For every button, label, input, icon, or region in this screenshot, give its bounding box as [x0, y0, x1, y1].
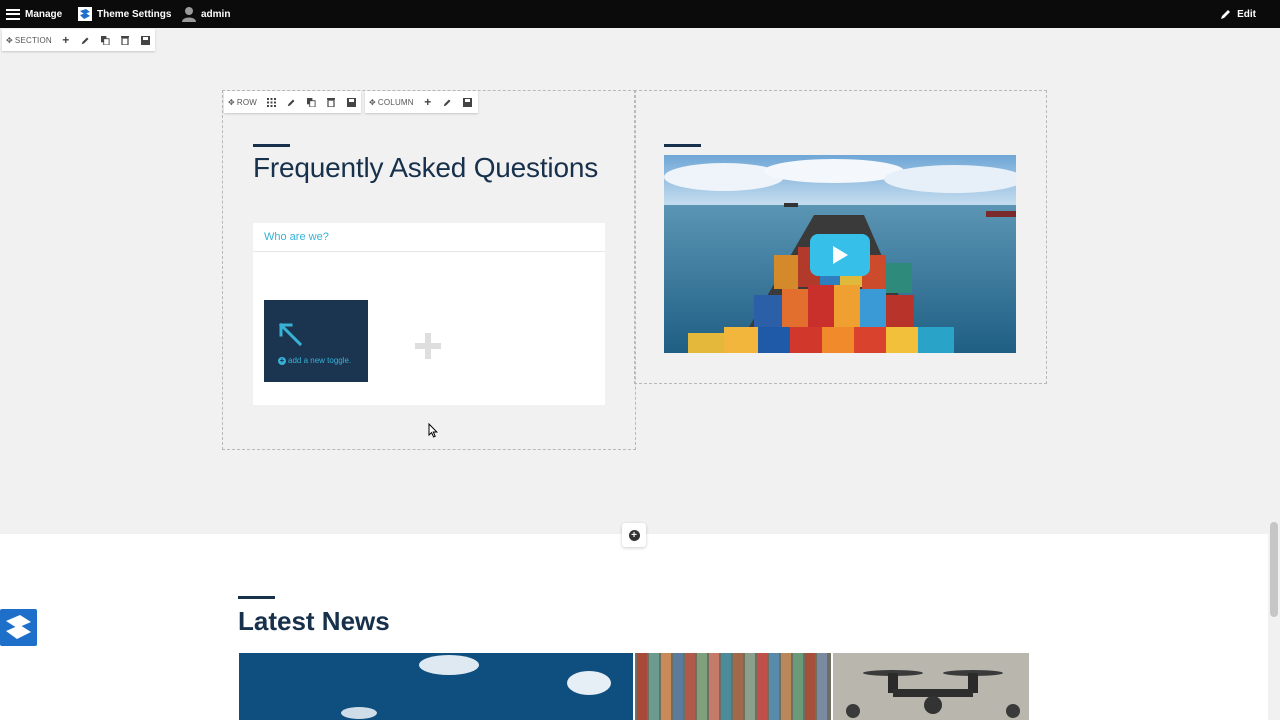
save-icon: [463, 97, 473, 107]
theme-logo-icon: [78, 7, 92, 21]
row-delete-button[interactable]: [321, 91, 341, 113]
section-add-button[interactable]: +: [56, 29, 76, 51]
video-accent: [664, 144, 701, 147]
section-duplicate-button[interactable]: [96, 29, 116, 51]
column-label: COLUMN: [377, 97, 414, 107]
section-edit-button[interactable]: [76, 29, 96, 51]
video-thumbnail[interactable]: [664, 155, 1016, 353]
grid-icon: [266, 97, 276, 107]
pencil-icon: [81, 37, 89, 44]
faq-question-label: Who are we?: [264, 231, 329, 243]
section-label: SECTION: [14, 35, 52, 45]
copy-icon: [100, 35, 110, 45]
cursor-icon: [428, 423, 438, 438]
hamburger-icon: [6, 8, 20, 20]
row-duplicate-button[interactable]: [301, 91, 321, 113]
edit-label: Edit: [1237, 8, 1256, 20]
admin-bar: Manage Theme Settings admin Edit: [0, 0, 1280, 28]
manage-menu-button[interactable]: Manage: [6, 0, 62, 28]
faq-toggle-card: Who are we? + add a new toggle.: [253, 223, 605, 405]
news-image-3[interactable]: [833, 653, 1029, 720]
pencil-icon: [444, 99, 451, 106]
pencil-icon: [1221, 10, 1231, 19]
play-button[interactable]: [810, 234, 870, 276]
add-section-icon: +: [628, 529, 640, 541]
move-icon: ✥: [228, 97, 235, 107]
row-toolbar: ✥ ROW: [224, 91, 362, 113]
save-icon: [346, 97, 356, 107]
play-icon: [833, 246, 848, 264]
user-icon: [182, 7, 196, 22]
row-move-handle[interactable]: ✥ ROW: [224, 98, 261, 107]
user-menu-button[interactable]: admin: [182, 0, 230, 28]
side-theme-logo-icon[interactable]: [0, 609, 37, 646]
add-section-button[interactable]: +: [622, 523, 646, 547]
faq-title-accent: [253, 144, 290, 147]
theme-settings-button[interactable]: Theme Settings: [78, 0, 171, 28]
user-label: admin: [201, 8, 231, 20]
section-move-handle[interactable]: ✥ SECTION: [2, 36, 56, 45]
trash-icon: [121, 35, 130, 45]
column-edit-button[interactable]: [438, 91, 458, 113]
copy-icon: [306, 97, 316, 107]
save-icon: [140, 35, 150, 45]
column-move-handle[interactable]: ✥ COLUMN: [365, 98, 418, 107]
scrollbar-thumb[interactable]: [1270, 522, 1278, 617]
section-save-button[interactable]: [135, 29, 155, 51]
move-icon: ✥: [369, 97, 376, 107]
add-element-plus-icon[interactable]: [415, 333, 441, 359]
row-label: ROW: [236, 97, 258, 107]
drone-image: [833, 653, 1029, 720]
containers-image: [635, 653, 831, 720]
plus-icon: +: [62, 33, 70, 47]
column-save-button[interactable]: [458, 91, 478, 113]
trash-icon: [327, 97, 336, 107]
row-edit-button[interactable]: [281, 91, 301, 113]
pencil-icon: [287, 99, 295, 106]
section-delete-button[interactable]: [115, 29, 135, 51]
column-toolbar: ✥ COLUMN +: [365, 91, 478, 113]
add-toggle-placeholder[interactable]: + add a new toggle.: [264, 300, 368, 382]
arrow-up-left-icon: [278, 322, 303, 347]
plus-icon: +: [424, 95, 432, 109]
column-add-button[interactable]: +: [418, 91, 438, 113]
manage-label: Manage: [25, 8, 63, 20]
section-toolbar: ✥ SECTION +: [2, 29, 155, 51]
faq-question-toggle[interactable]: Who are we?: [253, 223, 605, 252]
theme-settings-label: Theme Settings: [97, 8, 172, 20]
add-toggle-label: add a new toggle.: [288, 356, 352, 365]
edit-button[interactable]: Edit: [1220, 0, 1256, 28]
plus-circle-icon: +: [278, 355, 286, 365]
move-icon: ✥: [6, 35, 13, 45]
news-image-2[interactable]: [635, 653, 831, 720]
sea-image: [239, 653, 633, 720]
row-save-button[interactable]: [341, 91, 361, 113]
row-layout-button[interactable]: [261, 91, 281, 113]
faq-title: Frequently Asked Questions: [253, 152, 598, 183]
news-title: Latest News: [238, 606, 390, 636]
news-image-1[interactable]: [239, 653, 633, 720]
add-toggle-text: + add a new toggle.: [278, 356, 351, 365]
news-title-accent: [238, 596, 275, 599]
